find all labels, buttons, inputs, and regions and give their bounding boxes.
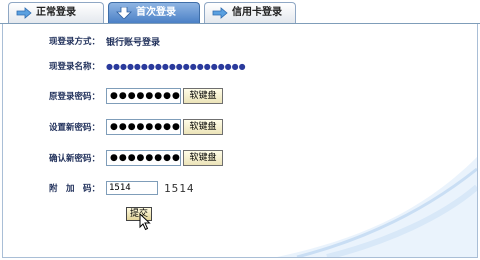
extra-code-row: 附 加 码： 1514 1514 [3, 179, 195, 197]
soft-keyboard-button[interactable]: 软键盘 [183, 119, 223, 135]
login-name-value: ●●●●●●●●●●●●●●●●●●●● [106, 61, 246, 71]
mouse-cursor-icon [139, 213, 151, 231]
arrow-right-icon [16, 7, 32, 19]
tab-first-login[interactable]: 首次登录 [108, 2, 200, 23]
extra-code-input[interactable]: 1514 [106, 181, 158, 195]
new-password-label: 设置新密码： [48, 123, 100, 133]
soft-keyboard-button[interactable]: 软键盘 [183, 88, 223, 104]
login-tab-bar: 正常登录 首次登录 信用卡登录 [0, 0, 480, 24]
old-password-input[interactable]: ●●●●●●●● [106, 88, 181, 104]
new-password-input[interactable]: ●●●●●●●● [106, 119, 181, 135]
login-name-row: 现登录名称： ●●●●●●●●●●●●●●●●●●●● [3, 57, 246, 75]
old-password-label: 原登录密码： [48, 92, 100, 102]
login-name-label: 现登录名称： [48, 62, 100, 72]
tab-normal-login[interactable]: 正常登录 [8, 2, 104, 23]
captcha-image: 1514 [164, 181, 195, 195]
soft-keyboard-button[interactable]: 软键盘 [183, 150, 223, 166]
tab-label: 正常登录 [36, 7, 76, 18]
new-password-row: 设置新密码： ●●●●●●●● 软键盘 [3, 118, 223, 136]
arrow-down-icon [116, 7, 132, 19]
tab-label: 首次登录 [136, 7, 176, 18]
login-method-value: 银行账号登录 [106, 37, 161, 48]
confirm-password-row: 确认新密码： ●●●●●●●● 软键盘 [3, 149, 223, 167]
confirm-password-label: 确认新密码： [48, 154, 100, 164]
extra-code-label: 附 加 码： [48, 184, 100, 194]
old-password-row: 原登录密码： ●●●●●●●● 软键盘 [3, 87, 223, 105]
tab-credit-card-login[interactable]: 信用卡登录 [204, 2, 296, 23]
login-method-label: 现登录方式： [48, 37, 100, 47]
login-form-panel: 现登录方式： 银行账号登录 现登录名称： ●●●●●●●●●●●●●●●●●●●… [2, 24, 478, 258]
arrow-right-icon [212, 7, 228, 19]
confirm-password-input[interactable]: ●●●●●●●● [106, 150, 181, 166]
tab-label: 信用卡登录 [232, 7, 282, 18]
decorative-swoosh [277, 157, 477, 257]
login-method-row: 现登录方式： 银行账号登录 [3, 32, 160, 50]
